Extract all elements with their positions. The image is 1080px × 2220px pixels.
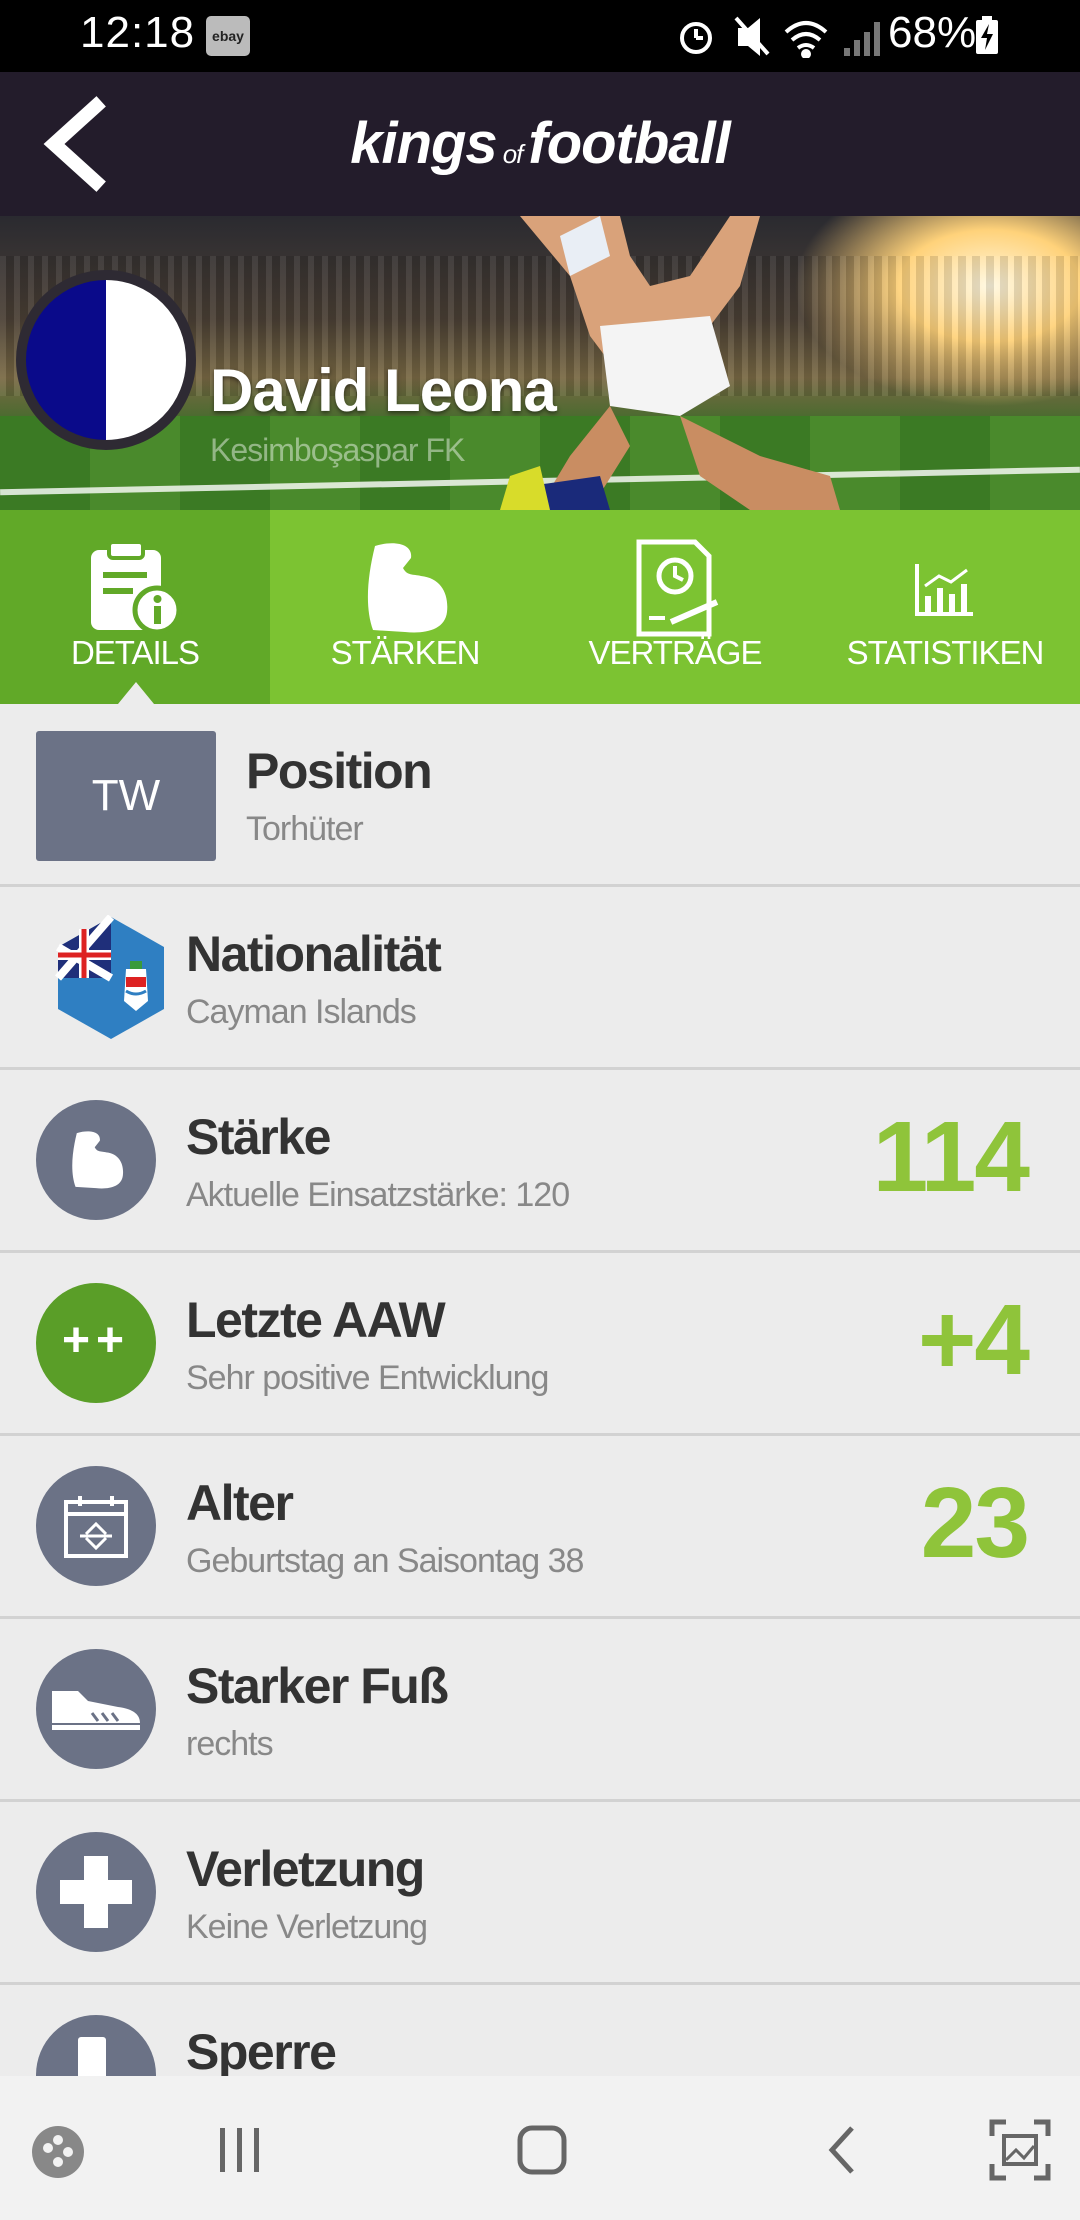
boot-icon (52, 1691, 140, 1730)
injury-title: Verletzung (186, 1841, 425, 1897)
back-icon[interactable] (812, 2118, 876, 2182)
list-item-nationality: Nationalität Cayman Islands (0, 887, 1080, 1070)
status-time: 12:18 (80, 8, 196, 57)
list-item-last-aaw: ++ Letzte AAW Sehr positive Entwicklung … (0, 1253, 1080, 1436)
logo-kings: kings (350, 111, 497, 176)
aaw-subtitle: Sehr positive Entwicklung (186, 1359, 549, 1397)
player-hero-banner: David Leona Kesimboşaspar FK (0, 216, 1080, 510)
list-item-strength: Stärke Aktuelle Einsatzstärke: 120 114 (0, 1070, 1080, 1253)
tab-details[interactable]: DETAILS (0, 510, 270, 704)
tab-statistiken[interactable]: STATISTIKEN (810, 510, 1080, 704)
age-title: Alter (186, 1475, 294, 1531)
active-tab-indicator (118, 682, 154, 704)
tab-staerken-label: STÄRKEN (330, 634, 481, 671)
club-name[interactable]: Kesimboşaspar FK (210, 432, 465, 469)
strength-subtitle: Aktuelle Einsatzstärke: 120 (186, 1176, 570, 1214)
list-item-injury: Verletzung Keine Verletzung (0, 1802, 1080, 1985)
bicep-icon (72, 1131, 124, 1189)
details-list: TW Position Torhüter Nationalität Cayman… (0, 704, 1080, 2076)
mute-icon (734, 16, 770, 56)
list-item-strong-foot: Starker Fuß rechts (0, 1619, 1080, 1802)
chart-icon (915, 564, 973, 616)
logo-of: of (502, 139, 524, 169)
system-nav-bar (0, 2076, 1080, 2220)
app-logo: kings of football (0, 110, 1080, 177)
position-value: Torhüter (246, 810, 364, 848)
injury-icon-circle (36, 1832, 156, 1952)
wifi-icon (784, 21, 828, 58)
tab-vertraege[interactable]: VERTRÄGE (540, 510, 810, 704)
battery-percent: 68% (888, 8, 977, 57)
tab-bar: DETAILS STÄRKEN VERTRÄGE STATISTIKEN (0, 510, 1080, 704)
position-title: Position (246, 743, 433, 799)
game-launcher-icon[interactable] (28, 2118, 92, 2182)
screenshot-icon[interactable] (988, 2118, 1052, 2182)
signal-icon (844, 22, 880, 56)
suspension-icon-circle (36, 2015, 156, 2076)
medical-cross-icon (60, 1856, 132, 1928)
aaw-title: Letzte AAW (186, 1292, 446, 1348)
position-badge: TW (36, 731, 216, 861)
strong-foot-value: rechts (186, 1725, 274, 1763)
club-logo (16, 270, 196, 450)
age-subtitle: Geburtstag an Saisontag 38 (186, 1542, 584, 1580)
bicep-icon (367, 543, 448, 633)
list-item-suspension: Sperre (0, 1985, 1080, 2076)
contract-icon (636, 539, 719, 637)
suspension-title: Sperre (186, 2024, 337, 2076)
cayman-islands-flag-icon (54, 915, 164, 1039)
list-item-position: TW Position Torhüter (0, 704, 1080, 887)
age-value: 23 (920, 1467, 1030, 1579)
age-icon-circle (36, 1466, 156, 1586)
battery-icon (976, 16, 998, 54)
home-icon[interactable] (510, 2118, 574, 2182)
calendar-icon (64, 1496, 128, 1558)
app-header: kings of football (0, 72, 1080, 216)
nationality-value: Cayman Islands (186, 993, 417, 1031)
nationality-title: Nationalität (186, 926, 442, 982)
status-bar: 12:18 ebay 68% (0, 0, 1080, 72)
strength-icon-circle (36, 1100, 156, 1220)
tab-statistiken-label: STATISTIKEN (846, 634, 1045, 671)
tab-vertraege-label: VERTRÄGE (588, 634, 763, 671)
foot-icon-circle (36, 1649, 156, 1769)
player-name: David Leona (210, 357, 557, 424)
aaw-badge: ++ (36, 1283, 156, 1403)
tab-staerken[interactable]: STÄRKEN (270, 510, 540, 704)
alarm-icon (680, 22, 712, 54)
logo-football: football (528, 111, 730, 176)
injury-value: Keine Verletzung (186, 1908, 428, 1946)
status-icons (680, 16, 880, 58)
list-item-age: Alter Geburtstag an Saisontag 38 23 (0, 1436, 1080, 1619)
card-icon (78, 2037, 106, 2076)
strength-title: Stärke (186, 1109, 331, 1165)
strength-value: 114 (872, 1101, 1030, 1213)
aaw-value: +4 (917, 1284, 1030, 1396)
ebay-notification-icon: ebay (206, 16, 250, 56)
recents-icon[interactable] (208, 2118, 272, 2182)
tab-details-label: DETAILS (70, 634, 200, 671)
strong-foot-title: Starker Fuß (186, 1658, 449, 1714)
player-photo (500, 216, 840, 510)
clipboard-info-icon (91, 540, 182, 635)
